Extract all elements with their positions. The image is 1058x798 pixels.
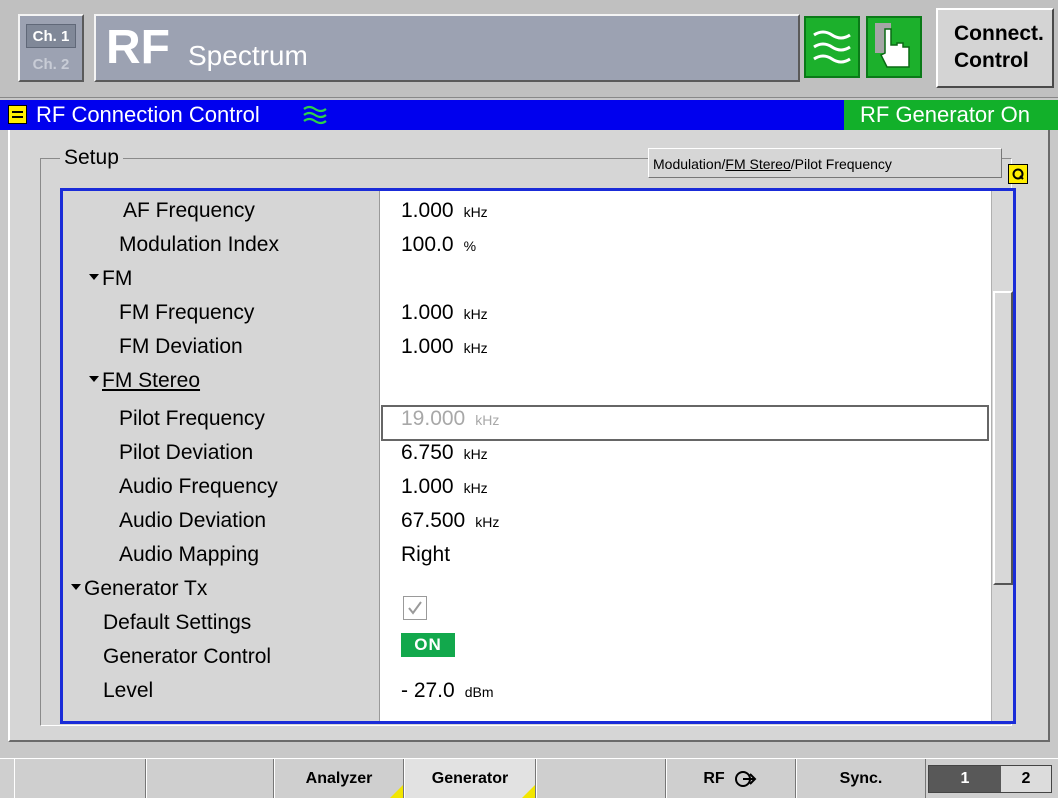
- label-audio-mapping[interactable]: Audio Mapping: [119, 543, 259, 577]
- section-generator-tx[interactable]: Generator Tx: [71, 577, 207, 611]
- rf-output-icon: [734, 771, 757, 787]
- softkey-empty-3[interactable]: [536, 759, 666, 798]
- connect-control-line1: Connect.: [954, 22, 1044, 45]
- label-af-frequency[interactable]: AF Frequency: [123, 199, 255, 233]
- app-title-rf: RF: [106, 21, 170, 74]
- title-bar: RF Connection Control RF Generator On: [0, 100, 1058, 130]
- rf-wave-small-icon: [303, 105, 327, 125]
- value-audio-frequency-unit: kHz: [463, 480, 488, 496]
- value-audio-deviation[interactable]: 67.500 kHz: [401, 509, 499, 543]
- softkey-generator-corner: [521, 785, 535, 798]
- label-fm-frequency[interactable]: FM Frequency: [119, 301, 254, 335]
- label-audio-deviation[interactable]: Audio Deviation: [119, 509, 266, 543]
- window-title: RF Connection Control: [36, 102, 260, 127]
- value-fm-deviation[interactable]: 1.000 kHz: [401, 335, 488, 369]
- channel-1-button[interactable]: Ch. 1: [26, 24, 76, 48]
- softkey-rf-label: RF: [703, 770, 725, 787]
- softkey-analyzer-corner: [389, 785, 403, 798]
- label-pilot-frequency[interactable]: Pilot Frequency: [119, 407, 265, 441]
- softkey-generator[interactable]: Generator: [404, 759, 536, 798]
- section-fm-stereo[interactable]: FM Stereo: [89, 369, 200, 403]
- value-audio-frequency-number: 1.000: [401, 475, 454, 498]
- menu-icon[interactable]: [8, 105, 27, 124]
- softkey-bar: Analyzer Generator RF Sync. 1 2: [0, 758, 1058, 798]
- section-generator-tx-label: Generator Tx: [84, 577, 208, 600]
- value-pilot-frequency-unit: kHz: [475, 412, 500, 428]
- label-modulation-index[interactable]: Modulation Index: [119, 233, 279, 267]
- value-af-frequency-number: 1.000: [401, 199, 454, 222]
- value-audio-deviation-number: 67.500: [401, 509, 466, 532]
- softkey-generator-label: Generator: [431, 770, 509, 787]
- value-audio-frequency[interactable]: 1.000 kHz: [401, 475, 488, 509]
- breadcrumb-modulation: Modulation/: [653, 156, 726, 172]
- value-pilot-deviation-unit: kHz: [463, 446, 488, 462]
- value-pilot-frequency-number: 19.000: [401, 407, 466, 430]
- label-default-settings[interactable]: Default Settings: [103, 611, 251, 645]
- label-level[interactable]: Level: [103, 679, 153, 713]
- softkey-sync[interactable]: Sync.: [796, 759, 926, 798]
- page-1-button[interactable]: 1: [929, 766, 1001, 792]
- section-fm-stereo-label: FM Stereo: [102, 369, 201, 392]
- value-fm-deviation-number: 1.000: [401, 335, 454, 358]
- value-af-frequency-unit: kHz: [463, 204, 488, 220]
- breadcrumb-fm-stereo: FM Stereo: [725, 156, 791, 172]
- checkmark-icon: [408, 601, 422, 615]
- value-modulation-index-unit: %: [463, 238, 477, 254]
- softkey-empty-1[interactable]: [14, 759, 146, 798]
- scrollbar-thumb[interactable]: [993, 291, 1013, 585]
- section-fm-label: FM: [102, 267, 133, 290]
- refresh-icon[interactable]: [1008, 164, 1028, 184]
- label-fm-deviation[interactable]: FM Deviation: [119, 335, 243, 369]
- value-pilot-frequency[interactable]: 19.000 kHz: [401, 407, 499, 441]
- value-level-number: - 27.0: [401, 679, 455, 702]
- breadcrumb: Modulation/FM Stereo/Pilot Frequency: [648, 148, 1002, 178]
- value-pilot-deviation[interactable]: 6.750 kHz: [401, 441, 488, 475]
- softkey-analyzer[interactable]: Analyzer: [274, 759, 404, 798]
- rf-wave-icon[interactable]: [804, 16, 860, 78]
- connect-control-line2: Control: [954, 49, 1029, 72]
- value-modulation-index-number: 100.0: [401, 233, 454, 256]
- value-pilot-deviation-number: 6.750: [401, 441, 454, 464]
- label-audio-frequency[interactable]: Audio Frequency: [119, 475, 278, 509]
- label-pilot-deviation[interactable]: Pilot Deviation: [119, 441, 253, 475]
- channel-2-button[interactable]: Ch. 2: [26, 52, 76, 76]
- channel-selector: Ch. 1 Ch. 2: [18, 14, 84, 82]
- value-fm-frequency[interactable]: 1.000 kHz: [401, 301, 488, 335]
- softkey-empty-2[interactable]: [146, 759, 274, 798]
- page-selector[interactable]: 1 2: [928, 765, 1052, 793]
- connect-control-button[interactable]: Connect. Control: [936, 8, 1054, 88]
- app-title-panel: RF Spectrum: [94, 14, 800, 82]
- app-title-spectrum: Spectrum: [188, 40, 308, 71]
- value-modulation-index[interactable]: 100.0%: [401, 233, 476, 267]
- value-fm-frequency-unit: kHz: [463, 306, 488, 322]
- value-level-unit: dBm: [464, 684, 494, 700]
- softkey-rf[interactable]: RF: [666, 759, 796, 798]
- value-af-frequency[interactable]: 1.000 kHz: [401, 199, 488, 233]
- default-settings-checkbox[interactable]: [403, 596, 427, 620]
- value-audio-mapping[interactable]: Right: [401, 543, 450, 577]
- status-badge: RF Generator On: [844, 100, 1058, 130]
- value-audio-deviation-unit: kHz: [475, 514, 500, 530]
- value-level[interactable]: - 27.0 dBm: [401, 679, 494, 713]
- softkey-sync-label: Sync.: [839, 770, 883, 787]
- generator-control-on-toggle[interactable]: ON: [401, 633, 455, 657]
- header-bar: Ch. 1 Ch. 2 RF Spectrum Connect. Control: [0, 0, 1058, 98]
- page-2-button[interactable]: 2: [1001, 766, 1051, 792]
- softkey-analyzer-label: Analyzer: [305, 770, 373, 787]
- section-fm[interactable]: FM: [89, 267, 132, 301]
- vertical-scrollbar[interactable]: [991, 191, 1013, 721]
- settings-tree[interactable]: AF Frequency Modulation Index FM FM Freq…: [60, 188, 1016, 724]
- setup-label: Setup: [60, 146, 123, 170]
- hand-pointer-icon[interactable]: [866, 16, 922, 78]
- label-generator-control[interactable]: Generator Control: [103, 645, 271, 679]
- value-fm-frequency-number: 1.000: [401, 301, 454, 324]
- breadcrumb-pilot-frequency: /Pilot Frequency: [790, 156, 892, 172]
- value-fm-deviation-unit: kHz: [463, 340, 488, 356]
